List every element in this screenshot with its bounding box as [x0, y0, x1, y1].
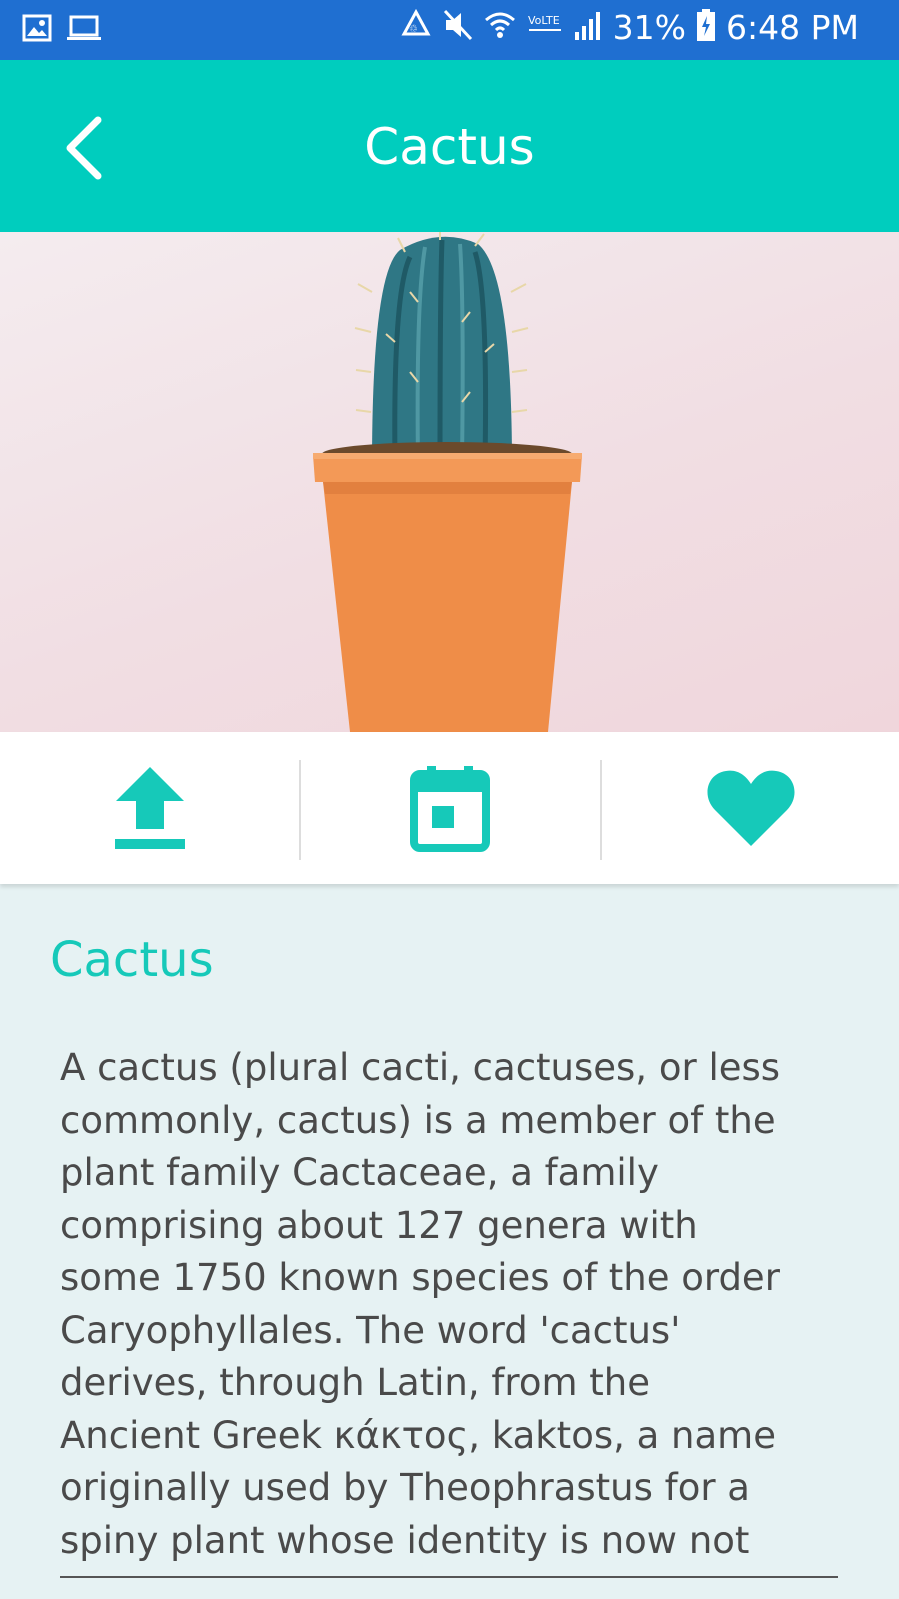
description-line: originally used by Theophrastus for a	[60, 1466, 750, 1509]
action-bar	[0, 732, 899, 884]
description-line: A cactus (plural cacti, cactuses, or les…	[60, 1046, 781, 1089]
description-line: plant family Cactaceae, a family	[60, 1151, 659, 1194]
description-line: spiny plant whose identity is now not	[60, 1518, 750, 1562]
recycle-icon: ♲	[399, 8, 433, 47]
svg-text:VoLTE: VoLTE	[528, 14, 560, 27]
content-title: Cactus	[50, 932, 214, 988]
clock: 6:48 PM	[726, 8, 859, 47]
description-line: some 1750 known species of the order	[60, 1256, 780, 1299]
description-line: derives, through Latin, from the	[60, 1361, 650, 1404]
svg-text:♲: ♲	[409, 24, 418, 35]
laptop-icon	[66, 14, 102, 47]
battery-percent: 31%	[612, 8, 687, 47]
page-title: Cactus	[364, 118, 535, 176]
signal-icon	[573, 8, 603, 47]
upload-icon	[114, 767, 185, 849]
upload-button[interactable]	[0, 732, 299, 884]
image-icon	[22, 14, 52, 47]
mute-icon	[443, 8, 473, 47]
status-bar: ♲ VoLTE 31% 6:48 PM	[0, 0, 899, 60]
battery-icon	[696, 8, 716, 47]
description-line: Caryophyllales. The word 'cactus'	[60, 1308, 681, 1352]
favorite-button[interactable]	[601, 732, 899, 884]
calendar-icon	[409, 766, 490, 852]
description-line: commonly, cactus) is a member of the	[60, 1098, 776, 1142]
description: A cactus (plural cacti, cactuses, or les…	[60, 1042, 860, 1567]
heart-icon	[706, 770, 795, 846]
text-underline	[60, 1576, 838, 1578]
description-line: Ancient Greek κάκτος, kaktos, a name	[60, 1413, 776, 1457]
wifi-icon	[483, 8, 517, 47]
volte-icon: VoLTE	[527, 10, 563, 45]
plant-photo	[0, 232, 899, 732]
calendar-button[interactable]	[300, 732, 599, 884]
app-bar: Cactus	[0, 60, 899, 232]
description-line: comprising about 127 genera with	[60, 1203, 698, 1247]
